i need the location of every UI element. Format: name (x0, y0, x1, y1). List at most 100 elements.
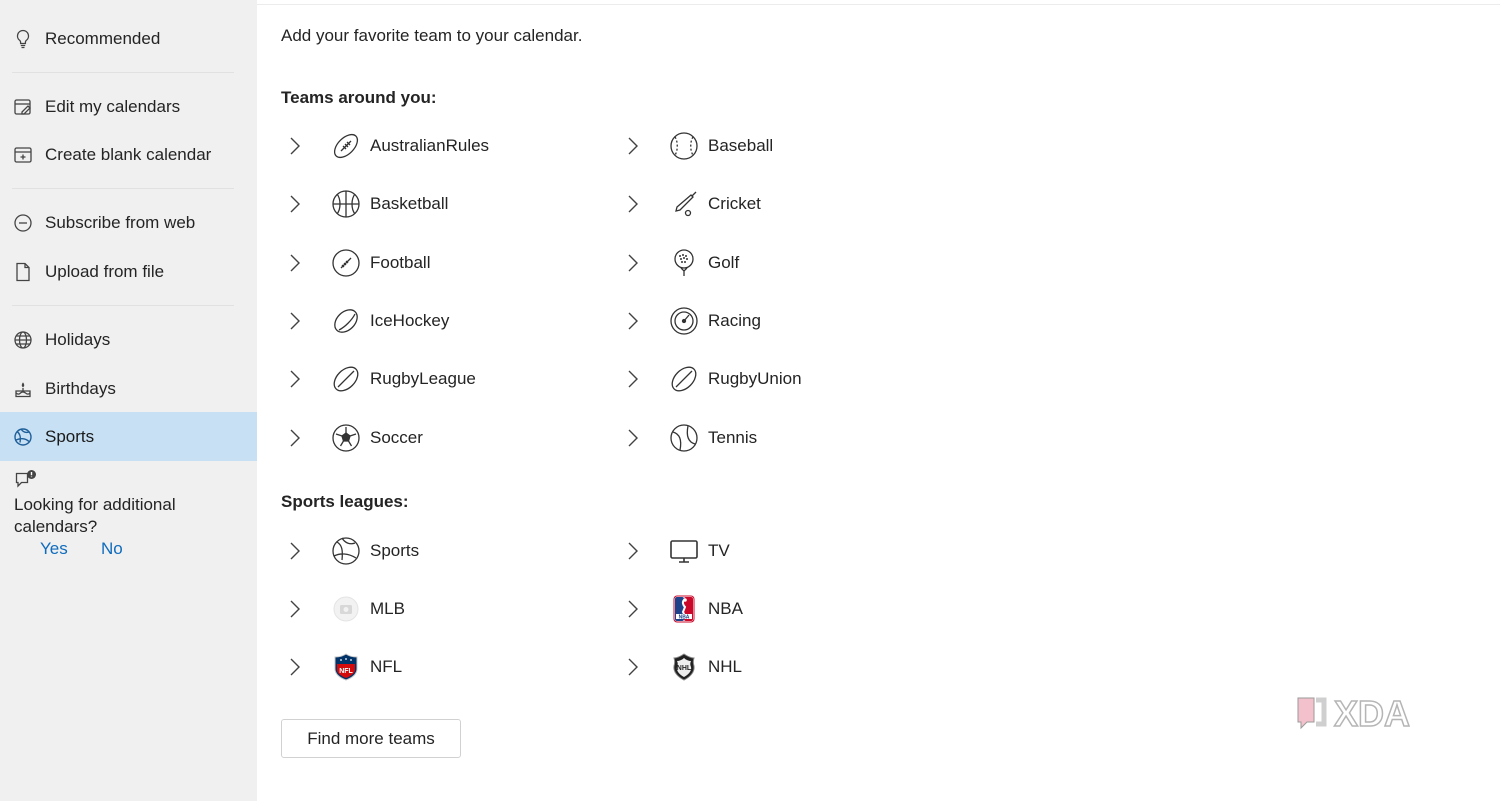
team-item-soccer[interactable]: Soccer (281, 416, 601, 460)
svg-text:NFL: NFL (339, 668, 353, 675)
team-item-icehockey[interactable]: IceHockey (281, 299, 601, 343)
leagues-section-title: Sports leagues: (281, 492, 409, 511)
team-item-rugbyleague[interactable]: RugbyLeague (281, 357, 601, 401)
mlb-logo-icon (329, 592, 363, 626)
chevron-right-icon[interactable] (281, 423, 315, 453)
nfl-logo-icon: NFL (329, 650, 363, 684)
feedback-no-link[interactable]: No (101, 539, 123, 559)
team-item-football[interactable]: Football (281, 241, 601, 285)
document-icon (12, 261, 34, 283)
team-item-rugbyunion[interactable]: RugbyUnion (619, 357, 939, 401)
league-item-sports[interactable]: Sports (281, 529, 601, 573)
league-item-nhl[interactable]: NHL NHL (619, 645, 939, 689)
team-item-australianrules[interactable]: AustralianRules (281, 124, 601, 168)
sports-icon (329, 534, 363, 568)
nav-label: Edit my calendars (45, 96, 181, 116)
tv-icon (667, 534, 701, 568)
league-label: Sports (370, 541, 420, 560)
speedometer-icon (667, 304, 701, 338)
feedback-icon (14, 469, 38, 491)
nav-item-create-blank-calendar[interactable]: Create blank calendar (0, 130, 257, 179)
team-label: Golf (708, 253, 740, 272)
team-label: Baseball (708, 136, 774, 155)
chevron-right-icon[interactable] (281, 248, 315, 278)
sidebar: Recommended Edit my calendars Create bla… (0, 0, 257, 801)
chevron-right-icon[interactable] (281, 364, 315, 394)
rugby-ball-icon (329, 362, 363, 396)
nba-logo-icon: NBA (667, 592, 701, 626)
tennis-ball-icon (667, 421, 701, 455)
svg-text:NBA: NBA (679, 614, 690, 620)
cricket-bat-icon (667, 187, 701, 221)
chevron-right-icon[interactable] (281, 306, 315, 336)
nav-item-upload-from-file[interactable]: Upload from file (0, 247, 257, 296)
feedback-yes-link[interactable]: Yes (40, 539, 68, 559)
nav-item-holidays[interactable]: Holidays (0, 315, 257, 364)
league-label: NBA (708, 599, 743, 618)
nav-label: Holidays (45, 329, 111, 349)
basketball-icon (329, 187, 363, 221)
intro-text: Add your favorite team to your calendar. (281, 26, 583, 45)
team-label: Basketball (370, 194, 449, 213)
team-item-baseball[interactable]: Baseball (619, 124, 939, 168)
team-item-basketball[interactable]: Basketball (281, 182, 601, 226)
lightbulb-icon (12, 28, 34, 50)
team-label: AustralianRules (370, 136, 490, 155)
chevron-right-icon[interactable] (619, 364, 653, 394)
chevron-right-icon[interactable] (281, 189, 315, 219)
team-item-racing[interactable]: Racing (619, 299, 939, 343)
soccer-ball-icon (329, 421, 363, 455)
team-label: RugbyUnion (708, 369, 802, 388)
chevron-right-icon[interactable] (619, 131, 653, 161)
add-calendar-icon (12, 144, 34, 166)
edit-calendar-icon (12, 96, 34, 118)
team-item-golf[interactable]: Golf (619, 241, 939, 285)
link-circle-icon (12, 212, 34, 234)
chevron-right-icon[interactable] (619, 423, 653, 453)
nav-item-recommended[interactable]: Recommended (0, 14, 257, 63)
globe-icon (12, 329, 34, 351)
team-label: Soccer (370, 428, 423, 447)
sports-icon (12, 426, 34, 448)
team-label: IceHockey (370, 311, 450, 330)
league-item-tv[interactable]: TV (619, 529, 939, 573)
chevron-right-icon[interactable] (281, 652, 315, 682)
nav-item-birthdays[interactable]: Birthdays (0, 364, 257, 413)
team-label: Cricket (708, 194, 761, 213)
nav-label: Upload from file (45, 261, 165, 281)
divider (12, 305, 234, 306)
cake-icon (12, 378, 34, 400)
league-item-nfl[interactable]: NFL NFL (281, 645, 601, 689)
nhl-logo-icon: NHL (667, 650, 701, 684)
nav-label: Subscribe from web (45, 212, 196, 232)
league-label: TV (708, 541, 730, 560)
hockey-puck-icon (329, 304, 363, 338)
nav-item-sports[interactable]: Sports (0, 412, 257, 461)
league-item-nba[interactable]: NBA NBA (619, 587, 939, 631)
xda-watermark-logo: XDA (1294, 690, 1440, 738)
chevron-right-icon[interactable] (619, 248, 653, 278)
nav-item-subscribe-from-web[interactable]: Subscribe from web (0, 198, 257, 247)
chevron-right-icon[interactable] (281, 131, 315, 161)
nav-label: Sports (45, 426, 95, 446)
nav-item-edit-my-calendars[interactable]: Edit my calendars (0, 82, 257, 131)
chevron-right-icon[interactable] (619, 594, 653, 624)
nav-label: Birthdays (45, 378, 116, 398)
chevron-right-icon[interactable] (619, 536, 653, 566)
golf-ball-icon (667, 246, 701, 280)
league-label: NHL (708, 657, 743, 676)
football-icon (329, 246, 363, 280)
league-label: NFL (370, 657, 403, 676)
chevron-right-icon[interactable] (281, 594, 315, 624)
team-label: Football (370, 253, 431, 272)
chevron-right-icon[interactable] (619, 306, 653, 336)
divider (12, 188, 234, 189)
chevron-right-icon[interactable] (281, 536, 315, 566)
find-more-teams-button[interactable]: Find more teams (281, 719, 461, 758)
chevron-right-icon[interactable] (619, 189, 653, 219)
team-item-cricket[interactable]: Cricket (619, 182, 939, 226)
chevron-right-icon[interactable] (619, 652, 653, 682)
baseball-icon (667, 129, 701, 163)
team-item-tennis[interactable]: Tennis (619, 416, 939, 460)
league-item-mlb[interactable]: MLB (281, 587, 601, 631)
